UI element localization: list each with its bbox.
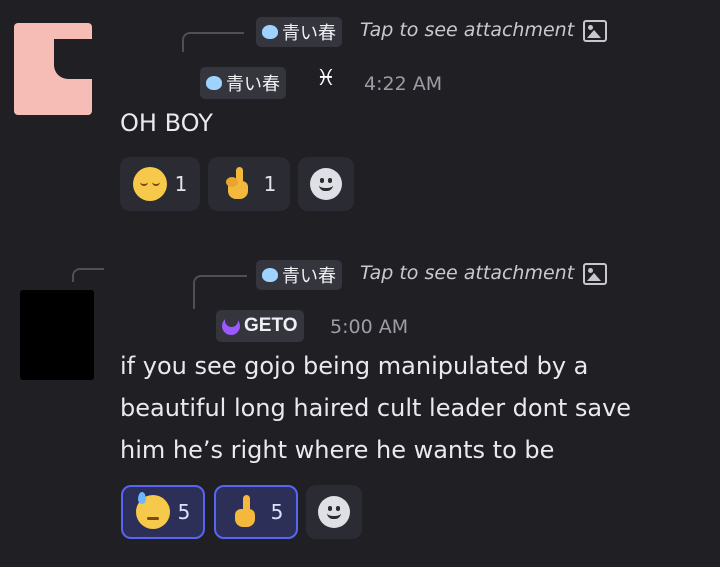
reaction-count: 5 bbox=[270, 500, 284, 524]
add-reaction-button[interactable] bbox=[306, 485, 362, 539]
message-timestamp: 4:22 AM bbox=[364, 73, 443, 95]
avatar[interactable] bbox=[20, 290, 94, 380]
message-text: OH BOY bbox=[120, 109, 213, 137]
reaction-pointing-hand[interactable]: 5 bbox=[214, 485, 298, 539]
author-name: 青い春 bbox=[226, 74, 280, 95]
pointing-hand-icon bbox=[229, 495, 263, 529]
reaction-count: 5 bbox=[177, 500, 191, 524]
reaction-count: 1 bbox=[174, 172, 188, 196]
reaction-count: 1 bbox=[263, 172, 277, 196]
add-reaction-icon bbox=[310, 168, 342, 200]
reply-role-name: 青い春 bbox=[282, 266, 336, 287]
heart-icon bbox=[262, 25, 278, 39]
reply-attachment-link[interactable]: Tap to see attachment bbox=[360, 262, 574, 284]
sweat-face-icon bbox=[135, 492, 170, 529]
reaction-sweat-face[interactable]: 5 bbox=[121, 485, 205, 539]
avatar[interactable] bbox=[14, 23, 94, 115]
message-text-line-2: beautiful long haired cult leader dont s… bbox=[120, 394, 632, 422]
reply-connector bbox=[182, 32, 244, 52]
reply-connector bbox=[193, 275, 247, 309]
reply-role-name: 青い春 bbox=[282, 23, 336, 44]
message-timestamp: 5:00 AM bbox=[330, 316, 409, 338]
author-role-tag[interactable]: GETO bbox=[216, 310, 304, 342]
reply-attachment-link[interactable]: Tap to see attachment bbox=[360, 19, 574, 41]
message-text-line-3: him he’s right where he wants to be bbox=[120, 436, 555, 464]
image-icon bbox=[583, 263, 607, 285]
heart-icon bbox=[206, 76, 222, 90]
author-name: GETO bbox=[244, 315, 298, 336]
heart-icon bbox=[262, 268, 278, 282]
reply-role-tag[interactable]: 青い春 bbox=[256, 17, 342, 47]
reaction-relieved[interactable]: 1 bbox=[120, 157, 200, 211]
crescent-moon-icon bbox=[222, 314, 240, 335]
message-text-line-1: if you see gojo being manipulated by a bbox=[120, 352, 589, 380]
relieved-face-icon bbox=[132, 167, 167, 201]
reply-connector bbox=[72, 268, 104, 282]
add-reaction-button[interactable] bbox=[298, 157, 354, 211]
pinched-hand-icon bbox=[222, 167, 256, 201]
reply-role-tag[interactable]: 青い春 bbox=[256, 260, 342, 290]
add-reaction-icon bbox=[318, 496, 350, 528]
image-icon bbox=[583, 20, 607, 42]
reaction-pinched-hand[interactable]: 1 bbox=[208, 157, 290, 211]
author-role-tag[interactable]: 青い春 bbox=[200, 67, 286, 99]
pisces-badge-icon: ♓ bbox=[316, 66, 336, 91]
